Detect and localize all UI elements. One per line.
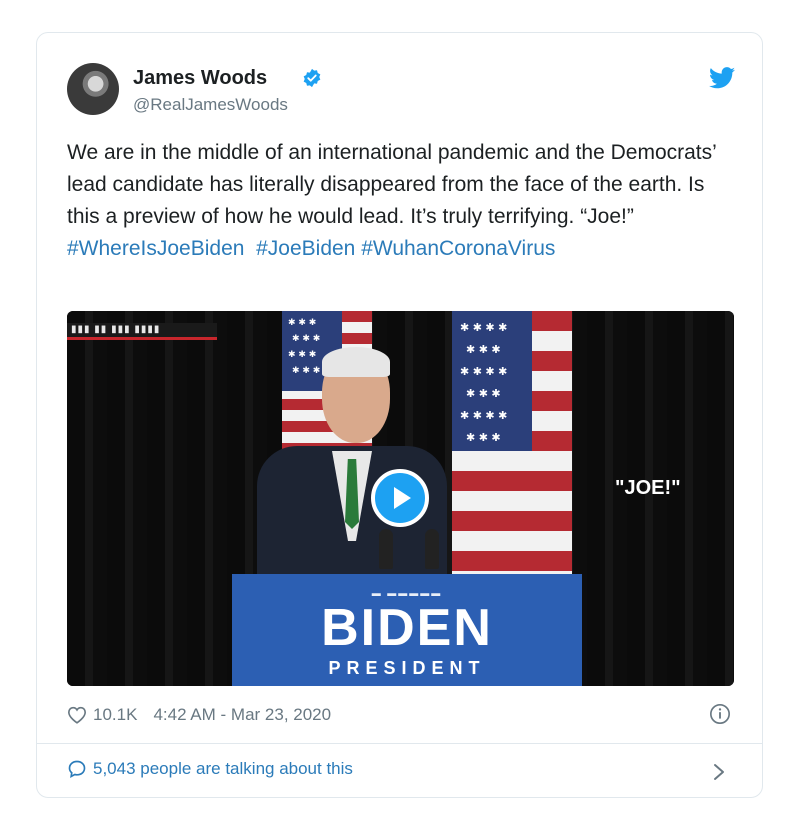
heart-icon[interactable] <box>67 706 87 724</box>
video-player[interactable]: ▮▮▮ ▮▮ ▮▮▮ ▮▮▮▮ ✱ ✱ ✱ ✱ ✱ ✱ ✱ ✱ ✱ ✱ ✱ ✱ ✱ ✱… <box>67 311 734 686</box>
podium-name: BIDEN <box>321 599 493 657</box>
author-name[interactable]: James Woods <box>133 67 267 90</box>
hashtag-joebiden[interactable]: #JoeBiden <box>256 237 355 260</box>
speaker-hair <box>322 347 390 377</box>
hashtag-whereisjoebiden[interactable]: #WhereIsJoeBiden <box>67 237 244 260</box>
svg-text:✱ ✱ ✱ ✱: ✱ ✱ ✱ ✱ <box>460 409 507 422</box>
podium-title: PRESIDENT <box>328 658 486 678</box>
tweet-body: We are in the middle of an international… <box>67 141 717 228</box>
microphone-left <box>379 529 393 569</box>
us-flag-right: ✱ ✱ ✱ ✱ ✱ ✱ ✱ ✱ ✱ ✱ ✱ ✱ ✱ ✱ ✱ ✱ ✱ ✱ ✱ ✱ ✱ <box>452 311 572 581</box>
tweet-text: We are in the middle of an international… <box>67 137 737 265</box>
svg-text:✱ ✱ ✱: ✱ ✱ ✱ <box>288 350 316 360</box>
banner-text: ▮▮▮ ▮▮ ▮▮▮ ▮▮▮▮ <box>71 324 161 335</box>
info-icon[interactable] <box>709 703 731 725</box>
svg-text:✱ ✱ ✱: ✱ ✱ ✱ <box>292 366 320 376</box>
podium-small-text: ▬ ▬▬▬▬▬ <box>371 588 443 598</box>
chevron-right-icon[interactable] <box>713 763 725 781</box>
conversation-text: 5,043 people are talking about this <box>93 759 353 778</box>
svg-text:✱ ✱ ✱ ✱: ✱ ✱ ✱ ✱ <box>460 365 507 378</box>
svg-text:✱ ✱ ✱ ✱: ✱ ✱ ✱ ✱ <box>460 321 507 334</box>
divider <box>37 743 762 744</box>
conversation-link[interactable]: 5,043 people are talking about this <box>67 759 353 779</box>
play-button[interactable] <box>371 469 429 527</box>
video-overlay-text: "JOE!" <box>615 477 681 499</box>
tweet-card: James Woods @RealJamesWoods We are in th… <box>36 32 763 798</box>
video-banner: ▮▮▮ ▮▮ ▮▮▮ ▮▮▮▮ <box>67 323 217 340</box>
svg-text:✱ ✱ ✱: ✱ ✱ ✱ <box>466 431 501 444</box>
svg-text:✱ ✱ ✱: ✱ ✱ ✱ <box>466 387 501 400</box>
tweet-meta: 10.1K 4:42 AM - Mar 23, 2020 <box>67 705 331 725</box>
avatar[interactable] <box>67 63 119 115</box>
verified-badge-icon <box>303 68 321 88</box>
author-handle[interactable]: @RealJamesWoods <box>133 95 288 115</box>
like-count[interactable]: 10.1K <box>93 705 137 725</box>
svg-text:✱ ✱ ✱: ✱ ✱ ✱ <box>466 343 501 356</box>
speech-bubble-icon <box>68 760 86 779</box>
svg-text:✱ ✱ ✱: ✱ ✱ ✱ <box>288 318 316 328</box>
timestamp[interactable]: 4:42 AM - Mar 23, 2020 <box>153 705 331 725</box>
play-icon <box>394 487 411 509</box>
microphone-right <box>425 529 439 569</box>
svg-text:✱ ✱ ✱: ✱ ✱ ✱ <box>292 334 320 344</box>
twitter-bird-icon[interactable] <box>709 67 735 89</box>
podium: ▬ ▬▬▬▬▬ BIDEN PRESIDENT <box>232 574 582 686</box>
hashtag-wuhancoronavirus[interactable]: #WuhanCoronaVirus <box>361 237 555 260</box>
